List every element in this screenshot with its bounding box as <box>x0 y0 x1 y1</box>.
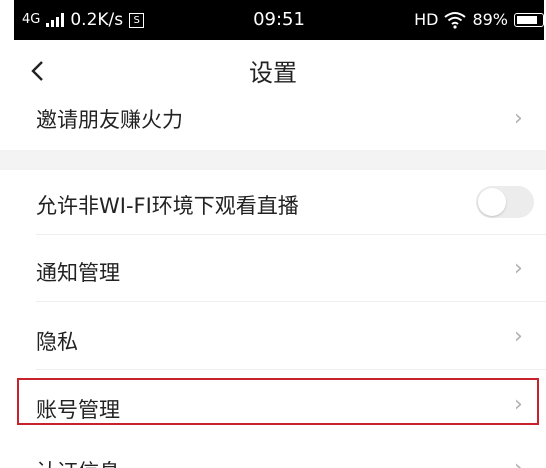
chevron-right-icon: › <box>514 256 523 281</box>
battery-percent: 89% <box>472 10 508 29</box>
chevron-left-icon <box>31 61 43 81</box>
setting-verification[interactable]: 认证信息 › <box>0 436 546 468</box>
s-app-icon: S <box>129 12 145 28</box>
chevron-right-icon: › <box>514 324 523 349</box>
section-gap <box>0 150 546 170</box>
hd-indicator: HD <box>414 10 439 29</box>
network-type: 4G <box>22 12 41 27</box>
setting-label: 认证信息 <box>36 456 120 468</box>
signal-icon <box>46 13 65 27</box>
setting-label: 邀请朋友赚火力 <box>36 108 183 132</box>
back-button[interactable] <box>30 54 60 90</box>
setting-label: 通知管理 <box>36 261 120 285</box>
setting-invite-friends[interactable]: 邀请朋友赚火力 › <box>0 106 546 150</box>
setting-notifications[interactable]: 通知管理 › <box>0 235 546 302</box>
toggle-knob <box>478 188 506 216</box>
status-left: 4G 0.2K/s S <box>22 0 145 40</box>
status-bar: 4G 0.2K/s S 09:51 HD 89% <box>14 0 544 40</box>
battery-fill <box>517 16 537 24</box>
wifi-icon <box>444 12 467 29</box>
wifi-live-toggle[interactable] <box>476 186 534 218</box>
setting-label: 隐私 <box>36 330 78 354</box>
status-right: HD 89% <box>414 0 544 40</box>
chevron-right-icon: › <box>514 106 523 131</box>
chevron-right-icon: › <box>514 456 523 468</box>
setting-privacy[interactable]: 隐私 › <box>0 302 546 370</box>
network-speed: 0.2K/s <box>70 10 124 30</box>
setting-wifi-live: 允许非WI-FI环境下观看直播 <box>0 170 546 235</box>
nav-bar: 设置 <box>0 40 546 106</box>
battery-icon <box>514 13 544 27</box>
setting-label: 允许非WI-FI环境下观看直播 <box>36 194 299 218</box>
page-title: 设置 <box>249 59 297 87</box>
account-highlight-frame <box>17 378 539 425</box>
